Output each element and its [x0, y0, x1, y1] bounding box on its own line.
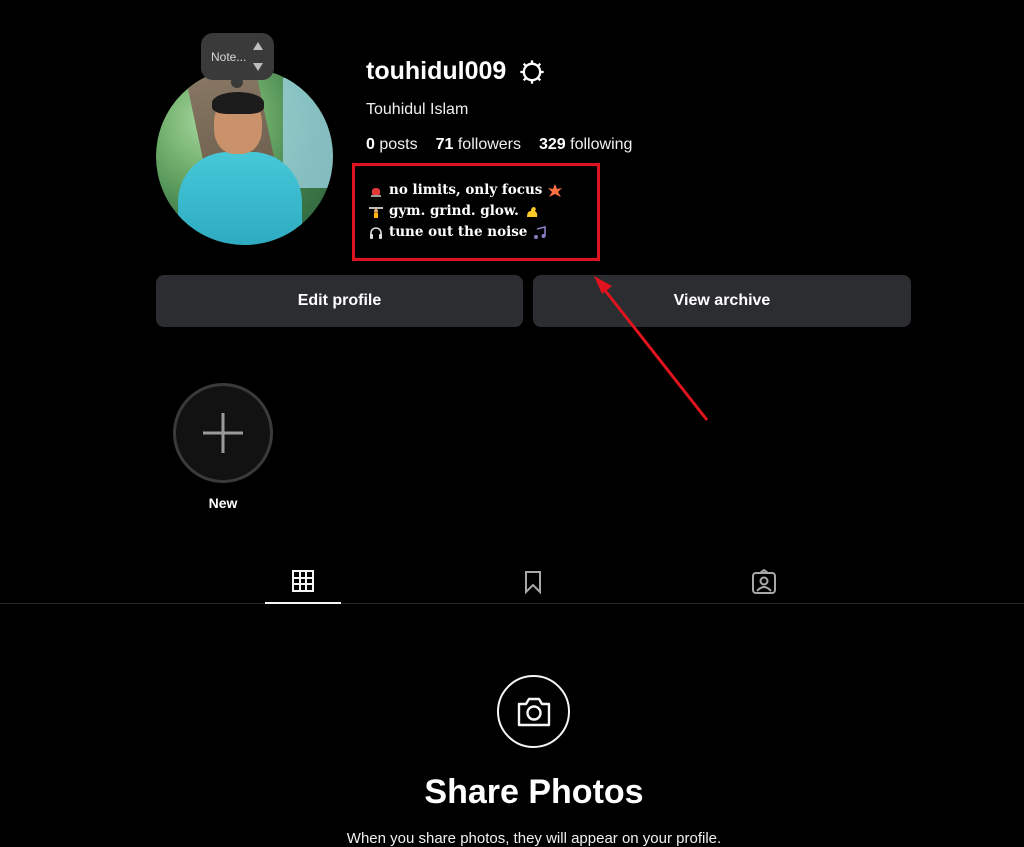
music-notes-icon [534, 225, 547, 239]
bio-line: no limits, only focus [369, 180, 597, 201]
tab-saved[interactable] [495, 560, 571, 604]
camera-icon [517, 697, 550, 726]
explosion-icon [548, 183, 563, 197]
profile-avatar[interactable] [156, 68, 333, 245]
bio-line: tune out the noise [369, 222, 597, 243]
full-name: Touhidul Islam [366, 101, 469, 118]
new-highlight-circle[interactable] [173, 383, 273, 483]
tab-posts[interactable] [265, 560, 341, 604]
share-photos-subtitle: When you share photos, they will appear … [346, 830, 722, 847]
username: touhidul009 [366, 57, 507, 85]
headphones-icon [370, 226, 382, 239]
weightlifter-icon [369, 206, 383, 218]
note-scroll-arrows-icon [252, 42, 264, 71]
profile-stats: 0 posts 71 followers 329 following [366, 136, 632, 154]
edit-profile-button[interactable]: Edit profile [156, 275, 523, 327]
bio-highlight-box: no limits, only focus gym. grind. glow. … [352, 163, 600, 261]
new-highlight-label: New [208, 495, 238, 511]
posts-stat: 0 posts [366, 136, 418, 153]
grid-icon [292, 570, 314, 592]
flexed-biceps-icon [526, 206, 538, 217]
note-label: Note... [211, 49, 247, 64]
plus-icon [203, 413, 243, 453]
share-photos-title: Share Photos [424, 773, 644, 811]
profile-tabs [0, 560, 1024, 604]
profile-page: Note... touhidul009 Touhidul Islam 0 pos… [0, 0, 1024, 847]
tab-tagged[interactable] [726, 560, 802, 604]
annotation-arrow-icon [594, 276, 709, 421]
bio-line: gym. grind. glow. [369, 201, 597, 222]
camera-circle[interactable] [497, 675, 570, 748]
new-highlight[interactable]: New [173, 383, 273, 511]
bookmark-icon [525, 571, 541, 594]
following-stat[interactable]: 329 following [539, 136, 632, 154]
siren-icon [371, 187, 381, 197]
settings-gear-icon[interactable] [518, 58, 546, 86]
tagged-icon [752, 569, 776, 594]
followers-stat[interactable]: 71 followers [436, 136, 521, 154]
username-row: touhidul009 [366, 57, 546, 86]
note-bubble[interactable]: Note... [201, 33, 274, 88]
